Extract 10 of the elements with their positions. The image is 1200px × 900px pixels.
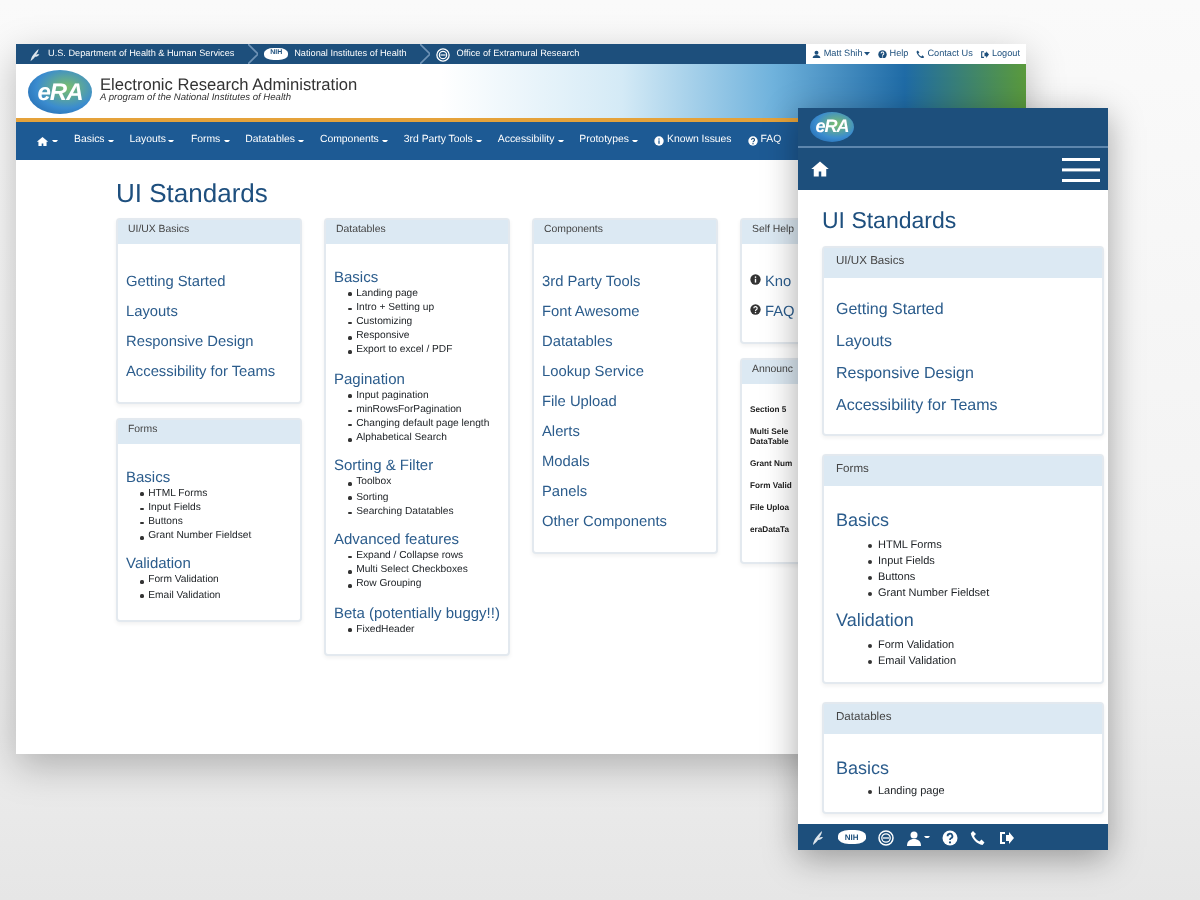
section-heading: Basics (836, 509, 892, 532)
page-title: UI Standards (116, 178, 270, 210)
nav-link[interactable]: Getting Started (836, 293, 1090, 326)
site-title: Electronic Research Administration (100, 76, 358, 94)
section-heading: Validation (836, 609, 916, 632)
era-logo: eRA (810, 112, 854, 142)
nav-link[interactable]: Accessibility for Teams (836, 389, 1090, 422)
era-logo: eRA (28, 69, 92, 113)
nav-link[interactable]: Layouts (836, 325, 1090, 358)
section-heading: Basics (836, 757, 892, 779)
